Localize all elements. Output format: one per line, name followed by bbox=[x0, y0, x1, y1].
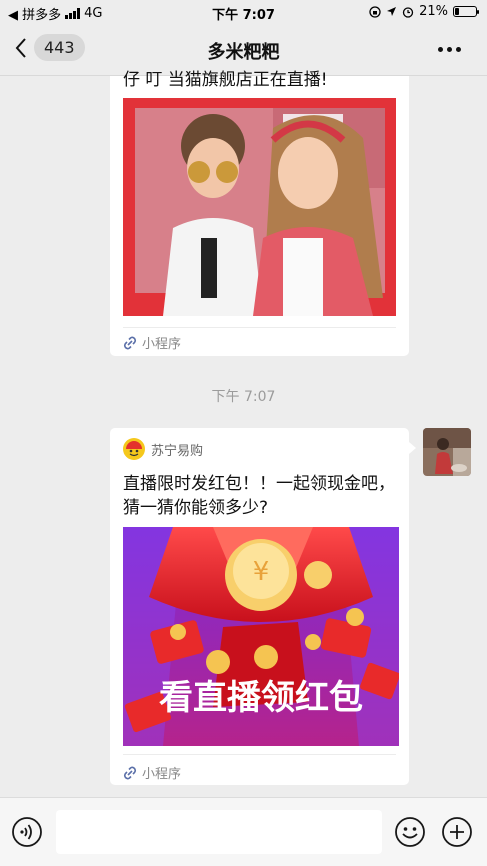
more-options-icon[interactable] bbox=[438, 47, 461, 52]
orientation-lock-icon bbox=[369, 5, 381, 18]
card-divider bbox=[123, 754, 396, 755]
location-icon bbox=[387, 7, 397, 16]
kids-photo-image bbox=[123, 98, 396, 316]
red-packet-live-image: ¥ 看直播领红包 bbox=[123, 527, 399, 746]
plus-icon[interactable] bbox=[441, 816, 473, 848]
card-title: 仔 叮 当猫旗舰店正在直播! bbox=[123, 70, 328, 90]
mini-program-label: 小程序 bbox=[142, 767, 182, 782]
mini-program-icon bbox=[123, 336, 137, 349]
chat-title: 多米粑粑 bbox=[207, 42, 280, 63]
battery-percent: 21% bbox=[419, 4, 448, 19]
suning-logo-icon bbox=[123, 438, 145, 460]
card-title: 直播限时发红包！！一起领现金吧，猜一猜你能领多少? bbox=[123, 474, 395, 518]
alarm-icon bbox=[402, 6, 414, 18]
mini-program-icon bbox=[123, 766, 137, 779]
emoji-icon[interactable] bbox=[394, 816, 426, 848]
mini-program-card[interactable]: 仔 叮 当猫旗舰店正在直播! 小程序 bbox=[110, 70, 409, 356]
mini-program-tag: 小程序 bbox=[123, 333, 181, 352]
voice-input-icon[interactable] bbox=[11, 816, 43, 848]
status-bar: ◀ 拼多多 4G 下午 7:07 21% bbox=[0, 0, 487, 24]
chat-input-bar bbox=[0, 797, 487, 866]
mini-program-card[interactable]: 苏宁易购 直播限时发红包！！一起领现金吧，猜一猜你能领多少? ¥ 看直播领红包 … bbox=[110, 428, 416, 785]
avatar[interactable] bbox=[423, 428, 471, 476]
message-input[interactable] bbox=[56, 810, 382, 854]
source-name: 苏宁易购 bbox=[151, 443, 204, 459]
mini-program-label: 小程序 bbox=[142, 337, 182, 352]
mini-program-tag: 小程序 bbox=[123, 763, 181, 782]
message-timestamp: 下午 7:07 bbox=[211, 389, 276, 405]
card-divider bbox=[123, 327, 396, 328]
battery-icon bbox=[453, 6, 479, 17]
red-packet-banner-text: 看直播领红包 bbox=[159, 678, 363, 718]
source-row: 苏宁易购 bbox=[123, 438, 203, 460]
svg-text:¥: ¥ bbox=[253, 557, 270, 587]
